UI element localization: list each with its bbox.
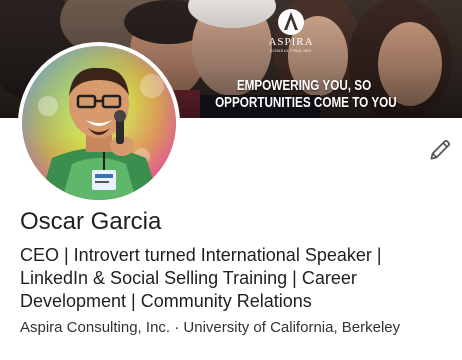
avatar-illustration xyxy=(22,46,176,200)
brand-name: ASPIRA xyxy=(268,36,314,48)
pencil-icon xyxy=(430,139,451,160)
profile-avatar[interactable] xyxy=(18,42,180,204)
brand-subtitle: CONSULTING INC xyxy=(269,48,313,53)
aspira-logo-mark xyxy=(278,9,304,35)
banner-tagline: EMPOWERING YOU, SO OPPORTUNITIES COME TO… xyxy=(215,77,397,111)
edit-profile-button[interactable] xyxy=(424,134,456,166)
tagline-line-1: EMPOWERING YOU, SO xyxy=(236,77,372,94)
profile-company-school[interactable]: Aspira Consulting, Inc. · University of … xyxy=(20,318,450,338)
aspira-logo: ASPIRA CONSULTING INC xyxy=(262,8,320,60)
tagline-line-2: OPPORTUNITIES COME TO YOU xyxy=(215,94,397,111)
profile-name: Oscar Garcia xyxy=(20,208,162,235)
profile-headline: CEO | Introvert turned International Spe… xyxy=(20,245,382,311)
profile-card: ASPIRA CONSULTING INC EMPOWERING YOU, SO… xyxy=(0,0,462,360)
